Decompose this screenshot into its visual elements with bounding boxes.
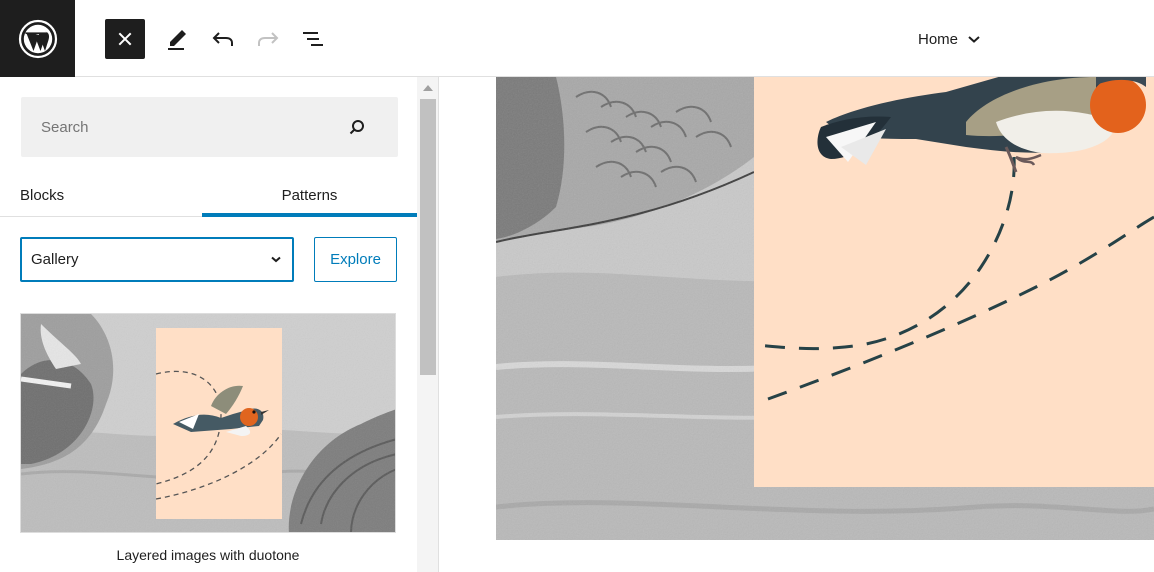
tab-patterns[interactable]: Patterns (202, 173, 417, 217)
canvas-artwork (496, 77, 1154, 540)
editor-header: Home (0, 0, 1154, 77)
list-view-button[interactable] (293, 19, 333, 59)
search-icon[interactable] (347, 117, 367, 137)
inserter-tabs: Blocks Patterns (0, 173, 417, 217)
wordpress-logo-icon (18, 19, 57, 58)
explore-button[interactable]: Explore (314, 237, 397, 282)
search-box (21, 97, 398, 157)
chevron-down-icon (968, 36, 980, 43)
edit-tool-button[interactable] (157, 19, 197, 59)
active-tab-indicator (202, 213, 417, 217)
editor-canvas[interactable] (440, 77, 1154, 572)
tab-blocks[interactable]: Blocks (20, 173, 64, 217)
close-button[interactable] (105, 19, 145, 59)
pencil-icon (168, 30, 186, 50)
close-icon (118, 32, 132, 46)
sidebar-scrollbar[interactable] (417, 77, 438, 572)
search-input[interactable] (21, 97, 341, 157)
inserter-sidebar: Blocks Patterns Gallery Explore (0, 77, 439, 572)
document-title: Home (918, 30, 959, 48)
undo-icon (212, 32, 233, 46)
scroll-up-arrow-icon[interactable] (423, 85, 433, 91)
redo-button[interactable] (248, 19, 288, 59)
pattern-title: Layered images with duotone (116, 547, 300, 563)
chevron-down-icon (271, 256, 281, 263)
document-title-dropdown[interactable]: Home (918, 28, 982, 50)
pattern-preview-image (21, 314, 395, 532)
undo-button[interactable] (203, 19, 243, 59)
pattern-preview-layered-duotone[interactable] (20, 313, 396, 533)
pattern-category-select[interactable]: Gallery (20, 237, 294, 282)
list-view-icon (303, 32, 323, 46)
redo-icon (258, 32, 279, 46)
duotone-image-block[interactable] (496, 77, 1154, 540)
wordpress-logo-button[interactable] (0, 0, 75, 77)
pattern-category-value: Gallery (31, 251, 79, 268)
scrollbar-thumb[interactable] (420, 99, 436, 375)
